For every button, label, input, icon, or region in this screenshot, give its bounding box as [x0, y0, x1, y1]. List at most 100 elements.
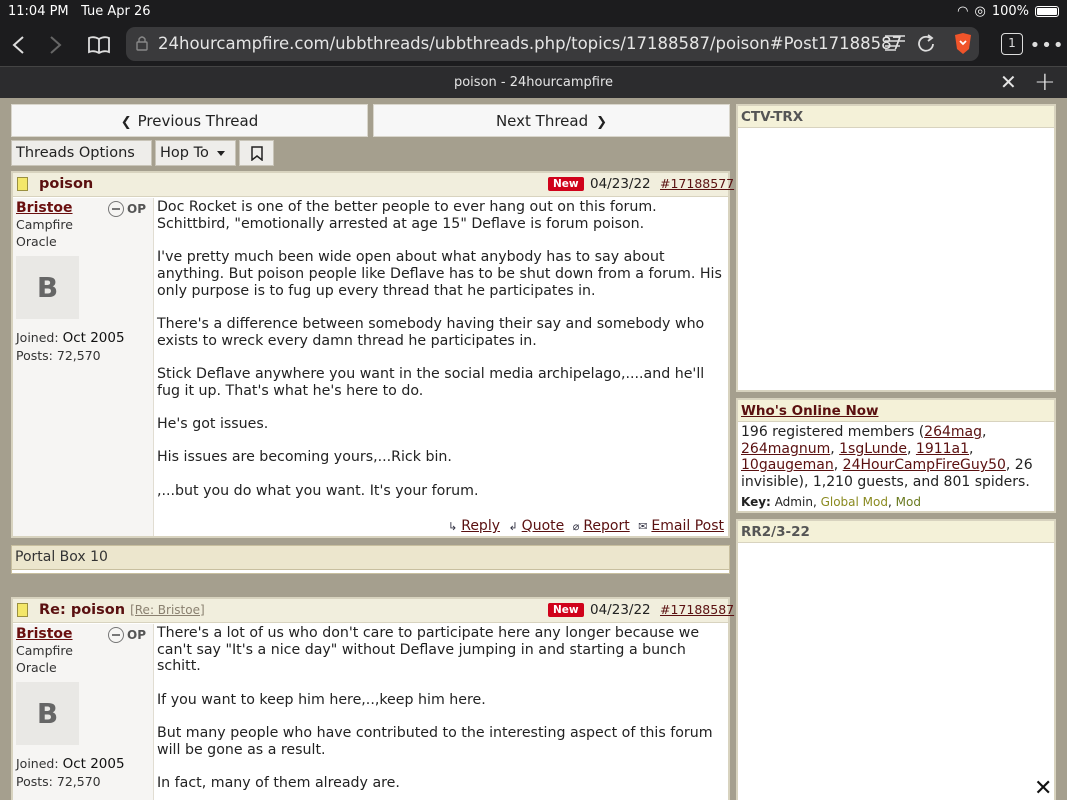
report-icon: ⌀	[572, 520, 580, 533]
joined-date: Joined: Oct 2005	[16, 756, 125, 772]
member-link[interactable]: 10gaugeman	[741, 457, 834, 473]
new-badge: New	[548, 603, 584, 617]
quote-icon: ↲	[508, 520, 518, 533]
post-count: Posts: 72,570	[16, 774, 101, 789]
back-icon[interactable]	[4, 30, 34, 60]
new-badge: New	[548, 177, 584, 191]
status-time-date: 11:04 PM Tue Apr 26	[8, 4, 151, 19]
new-tab-icon[interactable]: +	[1034, 67, 1056, 97]
op-icon	[108, 627, 124, 643]
avatar[interactable]: B	[16, 256, 79, 319]
lock-icon	[136, 35, 148, 55]
caret-down-icon	[216, 150, 225, 156]
hop-to-dropdown[interactable]: Hop To	[155, 140, 236, 166]
orientation-lock-icon: ◎	[974, 4, 986, 19]
sidebar-box-rr: RR2/3-22	[736, 519, 1056, 800]
author-rank: Campfire	[16, 217, 73, 232]
next-thread-button[interactable]: Next Thread ❯	[373, 104, 730, 137]
op-indicator: OP	[108, 627, 146, 643]
reply-icon: ↳	[448, 520, 458, 533]
post-header: poison New 04/23/22 #17188577	[13, 173, 734, 197]
post-actions: ↳ Reply ↲ Quote ⌀ Report ✉ Email Post	[444, 518, 724, 534]
post-paragraph: Stick Deflave anywhere you want in the s…	[157, 365, 705, 399]
sidebar-box-title: CTV-TRX	[738, 106, 1054, 128]
author-rank: Campfire	[16, 643, 73, 658]
post-paragraph: I've pretty much been wide open about wh…	[157, 249, 722, 299]
op-icon	[108, 201, 124, 217]
close-icon[interactable]: ✕	[1034, 776, 1052, 800]
post-number-link[interactable]: #17188587	[660, 602, 734, 617]
joined-date: Joined: Oct 2005	[16, 330, 125, 346]
author-rank: Oracle	[16, 660, 57, 675]
member-link[interactable]: 264mag	[924, 424, 982, 440]
post-icon	[17, 603, 28, 617]
post-icon	[17, 177, 28, 191]
address-bar[interactable]: 24hourcampfire.com/ubbthreads/ubbthreads…	[126, 27, 979, 61]
post-paragraph: If you want to keep him here,..,keep him…	[157, 691, 486, 708]
email-post-link[interactable]: Email Post	[651, 518, 724, 534]
more-icon[interactable]: •••	[1030, 30, 1064, 60]
post-paragraph: But many people who have contributed to …	[157, 725, 713, 758]
battery-icon	[1035, 6, 1059, 17]
portal-box: Portal Box 10	[11, 545, 730, 570]
post-paragraph: Doc Rocket is one of the better people t…	[157, 199, 657, 232]
whos-online-box: Who's Online Now 196 registered members …	[736, 398, 1056, 513]
close-tab-icon[interactable]: ✕	[1000, 70, 1017, 94]
threads-options-dropdown[interactable]: Threads Options	[11, 140, 152, 180]
post-title: poison	[39, 176, 94, 192]
post-paragraph: He's got issues.	[157, 416, 269, 433]
op-indicator: OP	[108, 201, 146, 217]
post-count: Posts: 72,570	[16, 348, 101, 363]
post: Re: poison [Re: Bristoe] New 04/23/22 #17…	[11, 597, 734, 800]
bookmark-button[interactable]	[239, 140, 274, 166]
sidebar-box-ctv: CTV-TRX	[736, 104, 1056, 392]
post-body: There's a lot of us who don't care to pa…	[157, 625, 722, 800]
member-link[interactable]: 1911a1	[916, 441, 969, 457]
online-summary: 196 registered members (264mag, 264magnu…	[741, 424, 1033, 491]
post-header: Re: poison [Re: Bristoe] New 04/23/22 #17…	[13, 599, 734, 623]
tab-title[interactable]: poison - 24hourcampfire	[0, 75, 1067, 90]
portal-box-body	[11, 570, 730, 574]
author-panel: Bristoe OP Campfire Oracle B Joined: Oct…	[13, 198, 154, 536]
post-paragraph: In fact, many of them already are.	[157, 775, 400, 792]
reply-link[interactable]: Reply	[461, 518, 500, 534]
post-paragraph: There's a lot of us who don't care to pa…	[157, 625, 700, 675]
post-title: Re: poison [Re: Bristoe]	[39, 602, 205, 618]
post-number-link[interactable]: #17188577	[660, 176, 734, 191]
post-paragraph: ,...but you do what you want. It's your …	[157, 482, 479, 499]
brave-shield-icon[interactable]	[952, 32, 974, 60]
post-paragraph: His issues are becoming yours,...Rick bi…	[157, 449, 452, 466]
sidebar-box-title: RR2/3-22	[738, 521, 1054, 543]
post-date: 04/23/22	[590, 176, 651, 192]
quote-link[interactable]: Quote	[522, 518, 565, 534]
wifi-icon: ◠	[957, 4, 969, 19]
email-icon: ✉	[638, 520, 648, 533]
post-body: Doc Rocket is one of the better people t…	[157, 199, 722, 516]
post-date: 04/23/22	[590, 602, 651, 618]
report-link[interactable]: Report	[583, 518, 629, 534]
member-link[interactable]: 1sgLunde	[839, 441, 907, 457]
author-rank: Oracle	[16, 234, 57, 249]
status-bar: 11:04 PM Tue Apr 26 ◠ ◎ 100%	[0, 0, 1067, 24]
tab-bar: poison - 24hourcampfire ✕ +	[0, 66, 1067, 98]
previous-thread-button[interactable]: ❮ Previous Thread	[11, 104, 368, 137]
browser-toolbar: 24hourcampfire.com/ubbthreads/ubbthreads…	[0, 24, 1067, 66]
battery-percent: 100%	[991, 4, 1029, 19]
chevron-right-icon: ❯	[596, 115, 608, 130]
member-link[interactable]: 24HourCampFireGuy50	[843, 457, 1006, 473]
author-panel: Bristoe OP Campfire Oracle B Joined: Oct…	[13, 624, 154, 800]
chevron-left-icon: ❮	[120, 115, 132, 130]
reader-icon[interactable]	[884, 34, 906, 56]
post: poison New 04/23/22 #17188577 Bristoe OP…	[11, 171, 734, 538]
bookmarks-icon[interactable]	[84, 30, 114, 60]
post-paragraph: There's a difference between somebody ha…	[157, 315, 705, 349]
url-text: 24hourcampfire.com/ubbthreads/ubbthreads…	[158, 34, 903, 53]
reload-icon[interactable]	[915, 33, 937, 59]
reply-to-link[interactable]: [Re: Bristoe]	[130, 603, 205, 617]
avatar[interactable]: B	[16, 682, 79, 745]
member-link[interactable]: 264magnum	[741, 441, 830, 457]
bookmark-icon	[250, 145, 263, 162]
tab-count-button[interactable]: 1	[1001, 33, 1023, 55]
whos-online-link[interactable]: Who's Online Now	[738, 400, 1054, 422]
forward-icon[interactable]	[40, 30, 70, 60]
